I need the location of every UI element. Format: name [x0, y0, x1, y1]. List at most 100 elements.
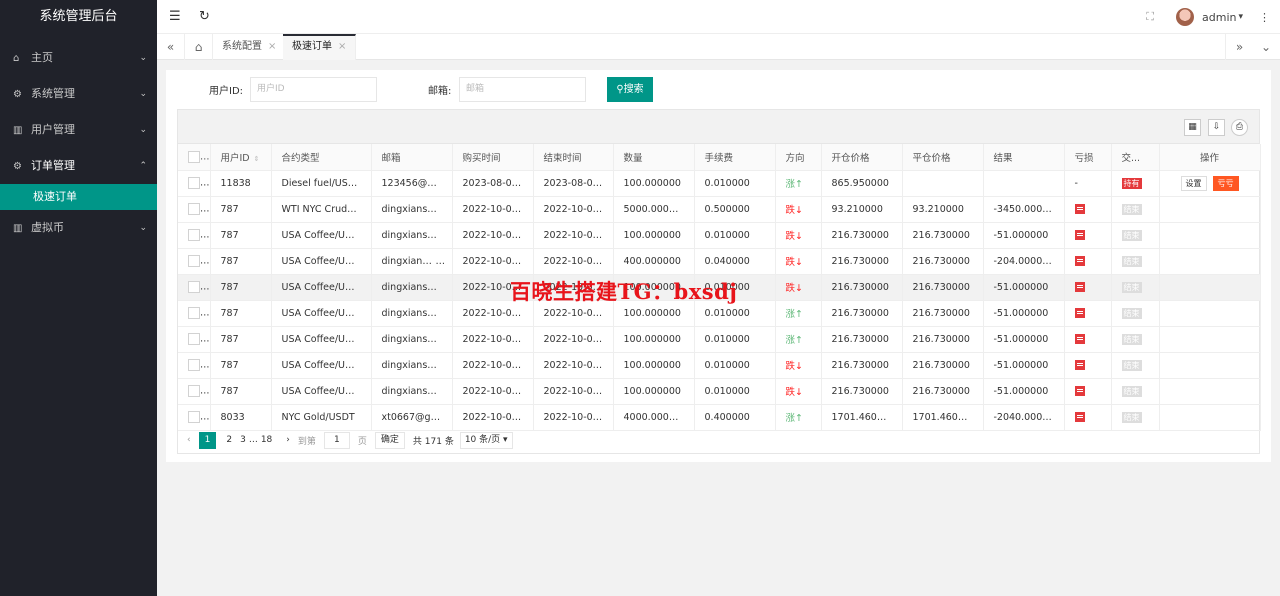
more-icon[interactable]: ⋮ [1259, 11, 1270, 24]
select-all-checkbox[interactable] [188, 150, 200, 163]
column-header[interactable]: 平仓价格 [902, 144, 984, 171]
column-header[interactable]: 方向 [775, 144, 822, 171]
nav-item-orders[interactable]: ⚙ 订单管理 ⌃ [0, 148, 157, 184]
row-checkbox[interactable] [188, 411, 200, 423]
loss-button[interactable]: 亏亏 [1212, 175, 1239, 191]
table-row[interactable]: 787USA Coffee/USDTdingxiansen@gmail.com2… [178, 326, 1261, 353]
nav-item-coins[interactable]: ▥ 虚拟币 ⌄ [0, 210, 157, 246]
table-row[interactable]: 11838Diesel fuel/USDT123456@qq.com2023-0… [178, 170, 1261, 197]
userid-input[interactable]: 用户ID [250, 77, 377, 102]
column-header[interactable]: 手续费 [694, 144, 776, 171]
page-last[interactable]: 18 [261, 435, 272, 445]
user-name[interactable]: admin [1202, 11, 1236, 24]
cell-contract: USA Coffee/USDT [271, 352, 372, 379]
select-all-checkbox-cell[interactable] [178, 144, 211, 171]
menu-toggle-icon[interactable]: ☰ [169, 9, 181, 24]
column-header[interactable]: 开仓价格 [821, 144, 903, 171]
row-checkbox-cell[interactable] [178, 378, 211, 405]
tabs-menu-icon[interactable]: ⌄ [1252, 34, 1280, 60]
row-checkbox-cell[interactable] [178, 352, 211, 379]
column-header[interactable]: 结束时间 [533, 144, 614, 171]
nav-label: 用户管理 [31, 123, 75, 136]
nav-item-system[interactable]: ⚙ 系统管理 ⌄ [0, 76, 157, 112]
table-row[interactable]: 787WTI NYC Crude Oil dingxiansen@gmail.co… [178, 196, 1261, 223]
scroll-left-icon[interactable]: « [157, 34, 185, 60]
cell-loss [1064, 222, 1112, 249]
row-checkbox-cell[interactable] [178, 300, 211, 327]
scroll-right-icon[interactable]: » [1225, 34, 1253, 60]
goto-label: 到第 [297, 436, 316, 447]
row-checkbox[interactable] [188, 281, 200, 293]
columns-icon[interactable]: ▦ [1184, 119, 1201, 136]
column-header[interactable]: 结果 [983, 144, 1065, 171]
cell-open-price: 216.730000 [821, 352, 903, 379]
sort-icon[interactable]: ⇕ [254, 155, 260, 163]
column-header[interactable]: 邮箱 [371, 144, 453, 171]
row-checkbox[interactable] [188, 177, 200, 189]
row-checkbox[interactable] [188, 307, 200, 319]
cell-status: 结束 [1111, 300, 1160, 327]
tab-label: 极速订单 [292, 41, 332, 52]
export-icon[interactable]: ⇩ [1208, 119, 1225, 136]
column-header[interactable]: 数量 [613, 144, 695, 171]
row-checkbox[interactable] [188, 229, 200, 241]
table-row[interactable]: 787USA Coffee/USDTdingxiansen@gmail.com2… [178, 352, 1261, 379]
search-button[interactable]: ⚲搜索 [607, 77, 653, 102]
goto-page-input[interactable]: 1 [323, 431, 350, 449]
row-checkbox[interactable] [188, 333, 200, 345]
next-page-icon[interactable]: › [286, 435, 290, 445]
cell-fee: 0.010000 [694, 222, 776, 249]
table-row[interactable]: 787USA Coffee/USDTdingxiansen@gmail.com2… [178, 222, 1261, 249]
column-header[interactable]: 交... [1111, 144, 1160, 171]
nav-item-home[interactable]: ⌂ 主页 ⌄ [0, 40, 157, 76]
home-tab-icon[interactable]: ⌂ [185, 34, 213, 60]
cell-end-time: 2022-10-08 10:01:00 [533, 326, 614, 353]
cell-result: -51.000000 [983, 378, 1065, 405]
tab-fast-orders[interactable]: 极速订单 × [283, 34, 357, 60]
watermark-text: 百晓生搭建TG：bxsdj [510, 279, 738, 304]
page-ellipsis: … [248, 435, 258, 445]
cell-buy-time: 2022-10-08 10:00:00 [452, 326, 534, 353]
refresh-icon[interactable]: ↻ [199, 9, 210, 24]
email-input[interactable]: 邮箱 [459, 77, 586, 102]
column-header[interactable]: 用户ID ⇕ [210, 144, 272, 171]
cell-loss [1064, 378, 1112, 405]
row-checkbox[interactable] [188, 203, 200, 215]
print-icon[interactable]: ⎙ [1231, 119, 1248, 136]
cell-contract: WTI NYC Crude Oil [271, 196, 372, 223]
close-icon[interactable]: × [338, 41, 346, 52]
row-checkbox[interactable] [188, 255, 200, 267]
row-checkbox[interactable] [188, 359, 200, 371]
row-checkbox-cell[interactable] [178, 222, 211, 249]
cell-contract: USA Coffee/USDT [271, 326, 372, 353]
row-checkbox-cell[interactable] [178, 170, 211, 197]
page-size-select[interactable]: 10 条/页 ▾ [459, 431, 513, 449]
row-checkbox-cell[interactable] [178, 274, 211, 301]
caret-down-icon[interactable]: ▾ [1238, 12, 1243, 22]
set-button[interactable]: 设置 [1180, 175, 1207, 191]
column-header[interactable]: 购买时间 [452, 144, 534, 171]
tab-system-config[interactable]: 系统配置 × [213, 34, 287, 60]
column-header[interactable]: 亏损 [1064, 144, 1112, 171]
cell-fee: 0.010000 [694, 326, 776, 353]
row-checkbox-cell[interactable] [178, 326, 211, 353]
column-header[interactable]: 合约类型 [271, 144, 372, 171]
gear-icon: ⚙ [13, 89, 22, 100]
table-row[interactable]: 787USA Coffee/USDTdingxiansen@gmail.com⌵… [178, 248, 1261, 275]
page-3[interactable]: 3 [240, 435, 246, 445]
goto-confirm-button[interactable]: 确定 [374, 431, 405, 449]
column-header[interactable]: 操作 [1159, 144, 1261, 171]
row-checkbox-cell[interactable] [178, 196, 211, 223]
nav-item-users[interactable]: ▥ 用户管理 ⌄ [0, 112, 157, 148]
row-checkbox-cell[interactable] [178, 248, 211, 275]
table-row[interactable]: 787USA Coffee/USDTdingxiansen@gmail.com2… [178, 378, 1261, 405]
page-2[interactable]: 2 [226, 435, 232, 445]
fullscreen-icon[interactable]: ⛶ [1146, 10, 1154, 24]
cell-direction: 跌↓ [775, 222, 822, 249]
avatar[interactable] [1176, 8, 1194, 26]
nav-subitem-fast-orders[interactable]: 极速订单 [0, 184, 157, 210]
row-checkbox[interactable] [188, 385, 200, 397]
page-1[interactable]: 1 [198, 431, 217, 449]
prev-page-icon[interactable]: ‹ [187, 435, 191, 445]
close-icon[interactable]: × [268, 41, 276, 52]
